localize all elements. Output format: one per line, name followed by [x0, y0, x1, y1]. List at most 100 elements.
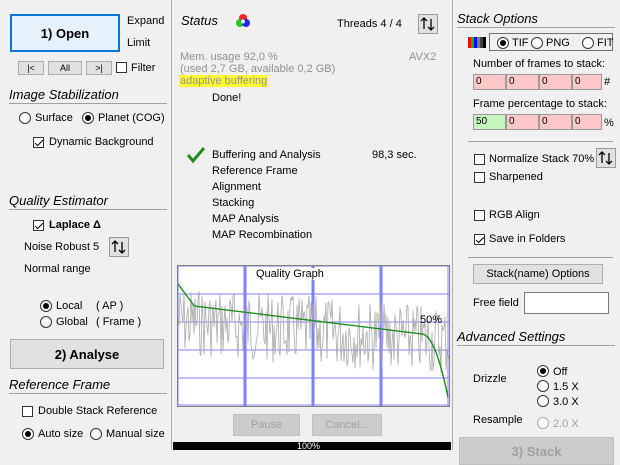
rgb-align-checkbox[interactable] — [474, 210, 485, 221]
divider — [457, 345, 615, 346]
percent-field-4[interactable]: 0 — [572, 114, 602, 130]
normalize-stack-checkbox[interactable] — [474, 154, 485, 165]
sort-arrows-icon — [598, 151, 613, 165]
avx-label: AVX2 — [409, 51, 437, 63]
png-radio[interactable] — [531, 37, 543, 49]
surface-radio[interactable] — [19, 112, 31, 124]
manual-size-label: Manual size — [106, 428, 165, 440]
sharpened-checkbox[interactable] — [474, 172, 485, 183]
local-label: Local — [56, 300, 83, 312]
tif-label: TIF — [512, 37, 529, 49]
sharpened-label: Sharpened — [489, 171, 543, 183]
double-stack-label: Double Stack Reference — [38, 405, 158, 417]
normalize-stepper[interactable] — [596, 148, 616, 168]
frames-unit: # — [604, 76, 611, 88]
drizzle-off-label: Off — [553, 366, 568, 378]
filter-checkbox[interactable] — [116, 62, 127, 73]
pause-button[interactable]: Pause — [233, 414, 300, 436]
laplace-checkbox[interactable] — [33, 220, 44, 231]
filter-label: Filter — [131, 62, 156, 74]
free-field-label: Free field — [473, 297, 519, 309]
stack-options-title: Stack Options — [457, 11, 538, 26]
resample-2-0x-label: 2.0 X — [553, 418, 579, 430]
percent-field-3[interactable]: 0 — [539, 114, 572, 130]
divider — [468, 257, 613, 258]
drizzle-3-0x-radio[interactable] — [537, 395, 549, 407]
done-label: Done! — [212, 92, 242, 104]
dynamic-background-label: Dynamic Background — [49, 136, 154, 148]
noise-robust-label: Noise Robust — [24, 241, 91, 253]
percent-unit: % — [604, 117, 614, 129]
save-in-folders-checkbox[interactable] — [474, 234, 485, 245]
reference-frame-title: Reference Frame — [9, 377, 111, 392]
step-label: MAP Recombination — [212, 229, 313, 241]
quality-graph-percent: 50% — [420, 314, 443, 326]
right-separator — [452, 0, 453, 450]
divider — [9, 103, 167, 104]
stackname-options-button[interactable]: Stack(name) Options — [473, 264, 603, 284]
drizzle-off-radio[interactable] — [537, 365, 549, 377]
global-label: Global — [56, 316, 88, 328]
resample-2-0x-radio[interactable] — [537, 417, 549, 429]
surface-label: Surface — [35, 112, 73, 124]
png-label: PNG — [546, 37, 570, 49]
drizzle-label: Drizzle — [473, 373, 507, 385]
step-label: Alignment — [212, 181, 261, 193]
quality-estimator-title: Quality Estimator — [9, 193, 108, 208]
step-label: MAP Analysis — [212, 213, 280, 225]
limit-label[interactable]: Limit — [127, 37, 150, 49]
analyse-button[interactable]: 2) Analyse — [10, 339, 164, 369]
nav-all-button[interactable]: All — [48, 61, 82, 75]
manual-size-radio[interactable] — [90, 428, 102, 440]
divider — [457, 27, 615, 28]
nav-last-button[interactable]: >| — [86, 61, 112, 75]
global-radio[interactable] — [40, 316, 52, 328]
quality-graph-title: Quality Graph — [255, 268, 325, 280]
left-separator — [171, 0, 172, 450]
planet-radio[interactable] — [82, 112, 94, 124]
percent-field-1[interactable]: 50 — [473, 114, 506, 130]
fit-radio[interactable] — [582, 37, 594, 49]
percent-field-2[interactable]: 0 — [506, 114, 539, 130]
color-bars-icon — [468, 37, 486, 48]
adaptive-buffering-badge: adaptive buffering — [179, 75, 269, 87]
frames-field-4[interactable]: 0 — [572, 74, 602, 90]
stabilization-title: Image Stabilization — [9, 87, 119, 102]
cancel-button[interactable]: Cancel... — [312, 414, 382, 436]
step-label: Stacking — [212, 197, 255, 209]
checkmark-icon — [187, 147, 205, 163]
local-radio[interactable] — [40, 300, 52, 312]
free-field-input[interactable] — [524, 292, 609, 314]
open-button[interactable]: 1) Open — [10, 14, 120, 52]
nav-first-button[interactable]: |< — [18, 61, 44, 75]
double-stack-checkbox[interactable] — [22, 406, 33, 417]
frame-percentage-label: Frame percentage to stack: — [473, 98, 607, 110]
frames-field-2[interactable]: 0 — [506, 74, 539, 90]
step-label: Reference Frame — [212, 165, 298, 177]
sort-arrows-icon — [111, 240, 126, 254]
stack-button[interactable]: 3) Stack — [459, 437, 614, 465]
normalize-stack-label: Normalize Stack 70% — [489, 153, 595, 165]
threads-stepper[interactable] — [418, 14, 438, 34]
normal-range-label: Normal range — [24, 263, 91, 275]
expand-label[interactable]: Expand — [127, 15, 164, 27]
save-in-folders-label: Save in Folders — [489, 233, 566, 245]
drizzle-1-5x-label: 1.5 X — [553, 381, 579, 393]
planet-label: Planet (COG) — [98, 112, 165, 124]
resample-label: Resample — [473, 414, 523, 426]
progress-bar: 100% — [173, 442, 451, 450]
noise-robust-stepper[interactable] — [109, 237, 129, 257]
frames-field-1[interactable]: 0 — [473, 74, 506, 90]
status-title: Status — [181, 13, 218, 28]
frames-to-stack-label: Number of frames to stack: — [473, 58, 606, 70]
step-label: Buffering and Analysis — [212, 149, 321, 161]
dynamic-background-checkbox[interactable] — [33, 137, 44, 148]
threads-label: Threads 4 / 4 — [337, 18, 402, 30]
drizzle-1-5x-radio[interactable] — [537, 380, 549, 392]
drizzle-3-0x-label: 3.0 X — [553, 396, 579, 408]
frames-field-3[interactable]: 0 — [539, 74, 572, 90]
tif-radio[interactable] — [497, 37, 509, 49]
fit-label: FIT — [597, 37, 614, 49]
divider — [9, 393, 167, 394]
auto-size-radio[interactable] — [22, 428, 34, 440]
